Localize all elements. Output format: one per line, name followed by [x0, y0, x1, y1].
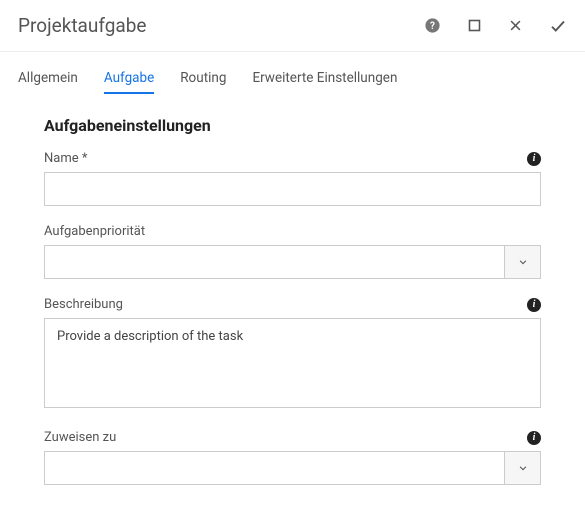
info-icon[interactable]: i [527, 298, 541, 312]
tab-routing[interactable]: Routing [180, 70, 226, 94]
field-priority: Aufgabenpriorität [44, 224, 541, 279]
chevron-down-icon [518, 463, 528, 473]
header-actions: ? [424, 17, 567, 35]
field-assign: Zuweisen zu i [44, 430, 541, 485]
tab-task[interactable]: Aufgabe [104, 70, 154, 94]
field-description: Beschreibung i [44, 297, 541, 412]
assign-label: Zuweisen zu [44, 430, 116, 445]
description-label: Beschreibung [44, 297, 123, 312]
form-content: Aufgabeneinstellungen Name * i Aufgabenp… [0, 94, 585, 485]
name-label: Name * [44, 151, 87, 166]
priority-select[interactable] [44, 245, 505, 279]
confirm-icon[interactable] [549, 17, 567, 35]
description-textarea[interactable] [44, 318, 541, 408]
priority-label: Aufgabenpriorität [44, 224, 145, 239]
dialog-header: Projektaufgabe ? [0, 0, 585, 52]
tab-advanced[interactable]: Erweiterte Einstellungen [252, 70, 397, 94]
fullscreen-icon[interactable] [467, 18, 482, 33]
field-name: Name * i [44, 151, 541, 206]
close-icon[interactable] [508, 18, 523, 33]
assign-select[interactable] [44, 451, 505, 485]
tab-bar: Allgemein Aufgabe Routing Erweiterte Ein… [0, 52, 585, 94]
tab-general[interactable]: Allgemein [18, 70, 78, 94]
name-input[interactable] [44, 172, 541, 206]
chevron-down-icon [518, 257, 528, 267]
section-title: Aufgabeneinstellungen [44, 116, 541, 135]
info-icon[interactable]: i [527, 431, 541, 445]
info-icon[interactable]: i [527, 152, 541, 166]
svg-text:?: ? [430, 21, 435, 32]
assign-dropdown-button[interactable] [505, 451, 541, 485]
dialog-title: Projektaufgabe [18, 14, 146, 37]
priority-dropdown-button[interactable] [505, 245, 541, 279]
help-icon[interactable]: ? [424, 17, 441, 34]
